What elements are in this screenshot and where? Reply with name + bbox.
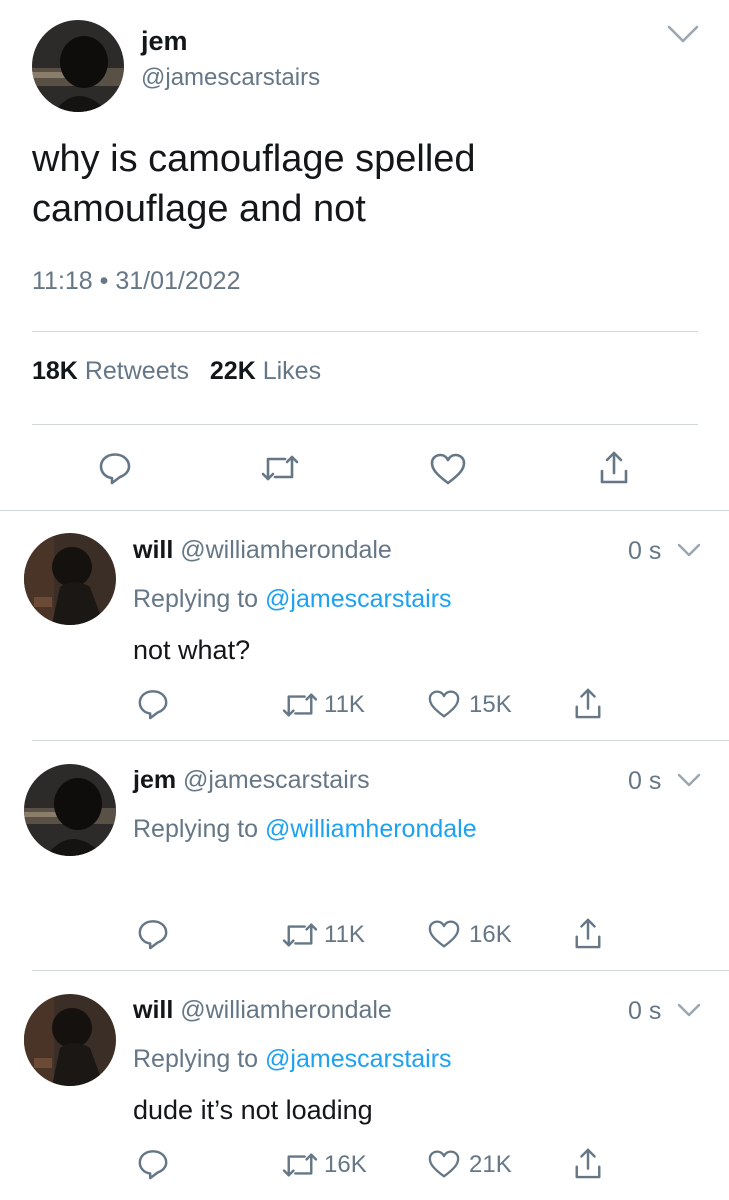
chevron-down-icon[interactable]	[676, 542, 702, 558]
tweet-text-line-2: camouflage and not	[32, 188, 366, 230]
avatar[interactable]	[32, 20, 124, 112]
tweet-text-line-1: why is camouflage spelled	[32, 138, 476, 180]
share-icon[interactable]	[573, 916, 603, 950]
replying-to: Replying to @jamescarstairs	[133, 1045, 452, 1074]
retweet-count: 11K	[324, 691, 365, 718]
retweets-label: Retweets	[84, 357, 190, 385]
replying-to: Replying to @jamescarstairs	[133, 585, 452, 614]
reply-time[interactable]: 0 s	[628, 537, 661, 566]
reply-time[interactable]: 0 s	[628, 767, 661, 796]
share-icon[interactable]	[598, 449, 630, 485]
reply-icon[interactable]	[137, 1148, 169, 1180]
like-count: 16K	[469, 921, 512, 948]
retweet-icon[interactable]	[280, 920, 320, 950]
reply-icon[interactable]	[137, 918, 169, 950]
reply-header: will @williamherondale	[133, 536, 392, 565]
retweets-count: 18K	[32, 357, 78, 385]
display-name[interactable]: jem	[133, 766, 176, 794]
chevron-down-icon[interactable]	[676, 772, 702, 788]
handle[interactable]: @jamescarstairs	[141, 64, 320, 92]
reply-text: not what?	[133, 635, 251, 665]
handle[interactable]: @williamherondale	[180, 996, 392, 1024]
reply-header: jem @jamescarstairs	[133, 766, 370, 795]
likes-label: Likes	[262, 357, 322, 385]
display-name[interactable]: will	[133, 996, 173, 1024]
reply-icon[interactable]	[137, 688, 169, 720]
timestamp[interactable]: 11:18 • 31/01/2022	[32, 267, 240, 296]
handle[interactable]: @williamherondale	[180, 536, 392, 564]
avatar[interactable]	[24, 994, 116, 1086]
section-divider	[0, 510, 729, 511]
replying-to: Replying to @williamherondale	[133, 815, 477, 844]
like-icon[interactable]	[427, 1149, 461, 1179]
mention-link[interactable]: @jamescarstairs	[265, 585, 452, 613]
like-icon[interactable]	[427, 919, 461, 949]
retweet-icon[interactable]	[259, 452, 301, 484]
engagement-stats: 18K Retweets 22K Likes	[32, 357, 321, 386]
replying-prefix: Replying to	[133, 585, 259, 613]
like-count: 15K	[469, 691, 512, 718]
avatar[interactable]	[24, 764, 116, 856]
share-icon[interactable]	[573, 686, 603, 720]
reply-text: dude it’s not loading	[133, 1095, 373, 1125]
display-name[interactable]: jem	[141, 26, 188, 57]
avatar[interactable]	[24, 533, 116, 625]
likes-stat[interactable]: 22K Likes	[210, 357, 321, 385]
like-icon[interactable]	[429, 452, 467, 486]
replying-prefix: Replying to	[133, 1045, 259, 1073]
display-name[interactable]: will	[133, 536, 173, 564]
divider	[32, 331, 698, 332]
retweet-count: 16K	[324, 1151, 367, 1178]
share-icon[interactable]	[573, 1146, 603, 1180]
divider	[32, 740, 729, 741]
reply-time[interactable]: 0 s	[628, 997, 661, 1026]
likes-count: 22K	[209, 357, 256, 385]
chevron-down-icon[interactable]	[676, 1002, 702, 1018]
retweet-icon[interactable]	[280, 1150, 320, 1180]
retweet-icon[interactable]	[280, 690, 320, 720]
reply-icon[interactable]	[98, 451, 132, 485]
divider	[32, 424, 698, 425]
mention-link[interactable]: @jamescarstairs	[265, 1045, 452, 1073]
divider	[32, 970, 729, 971]
replying-prefix: Replying to	[133, 815, 259, 843]
handle[interactable]: @jamescarstairs	[183, 766, 370, 794]
mention-link[interactable]: @williamherondale	[265, 815, 477, 843]
retweets-stat[interactable]: 18K Retweets	[32, 357, 189, 385]
like-count: 21K	[469, 1151, 512, 1178]
reply-header: will @williamherondale	[133, 996, 392, 1025]
retweet-count: 11K	[324, 921, 365, 948]
chevron-down-icon[interactable]	[666, 24, 700, 44]
like-icon[interactable]	[427, 689, 461, 719]
